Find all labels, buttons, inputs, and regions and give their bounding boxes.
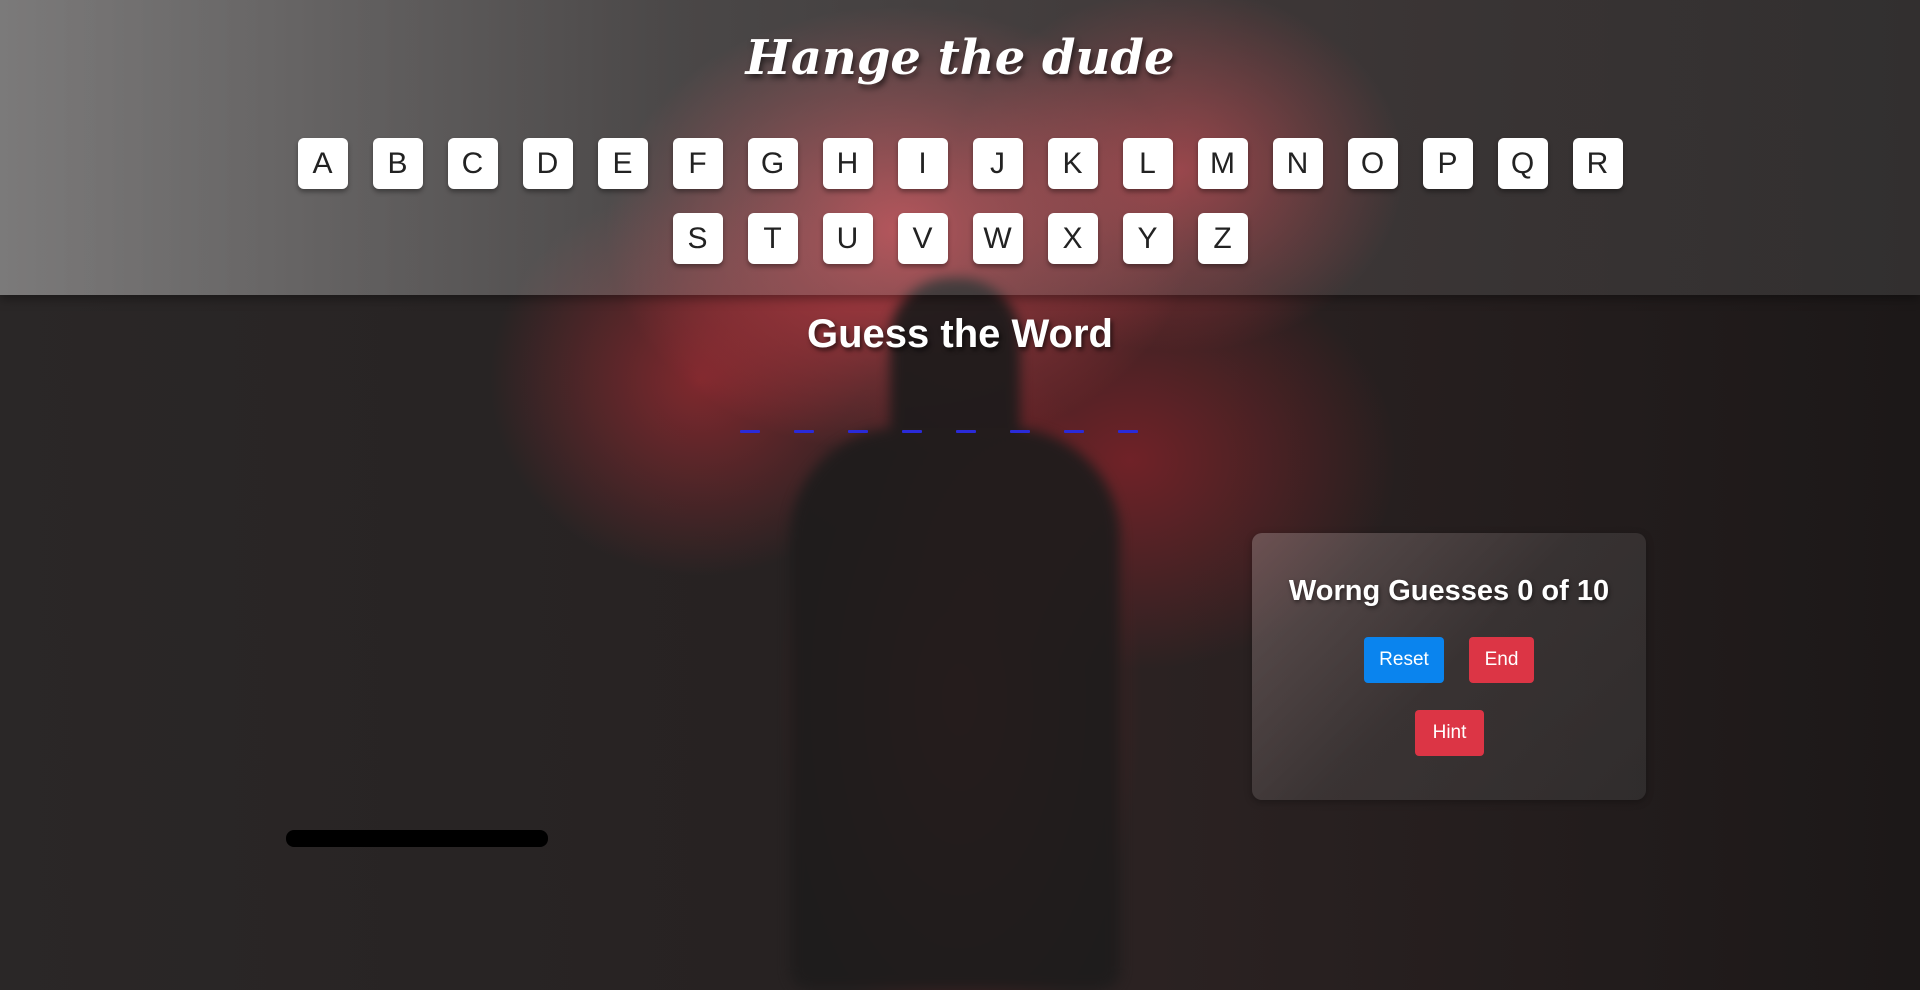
end-button[interactable]: End <box>1469 637 1534 683</box>
hooded-figure-image <box>780 278 1130 990</box>
game-title: Hange the dude <box>745 30 1175 86</box>
letter-key-a[interactable]: A <box>297 138 348 189</box>
letter-blank <box>1064 430 1084 433</box>
letter-key-l[interactable]: L <box>1122 138 1173 189</box>
keyboard-row-1: ABCDEFGHIJKLMNOPQR <box>297 138 1623 189</box>
letter-blank <box>740 430 760 433</box>
letter-key-s[interactable]: S <box>672 213 723 264</box>
letter-key-x[interactable]: X <box>1047 213 1098 264</box>
status-panel: Worng Guesses 0 of 10 Reset End Hint <box>1252 533 1646 800</box>
hint-button[interactable]: Hint <box>1415 710 1484 756</box>
letter-key-e[interactable]: E <box>597 138 648 189</box>
letter-key-b[interactable]: B <box>372 138 423 189</box>
letter-key-w[interactable]: W <box>972 213 1023 264</box>
letter-key-t[interactable]: T <box>747 213 798 264</box>
letter-key-p[interactable]: P <box>1422 138 1473 189</box>
letter-key-v[interactable]: V <box>897 213 948 264</box>
guess-word-heading: Guess the Word <box>807 312 1113 356</box>
keyboard-row-2: STUVWXYZ <box>672 213 1248 264</box>
letter-blank <box>848 430 868 433</box>
letter-blank <box>794 430 814 433</box>
letter-key-z[interactable]: Z <box>1197 213 1248 264</box>
letter-key-n[interactable]: N <box>1272 138 1323 189</box>
letter-blank <box>1118 430 1138 433</box>
letter-key-c[interactable]: C <box>447 138 498 189</box>
letter-key-f[interactable]: F <box>672 138 723 189</box>
letter-key-k[interactable]: K <box>1047 138 1098 189</box>
letter-key-j[interactable]: J <box>972 138 1023 189</box>
letter-blank <box>1010 430 1030 433</box>
letter-key-q[interactable]: Q <box>1497 138 1548 189</box>
letter-key-r[interactable]: R <box>1572 138 1623 189</box>
letter-key-m[interactable]: M <box>1197 138 1248 189</box>
letter-blank <box>956 430 976 433</box>
wrong-guesses-counter: Worng Guesses 0 of 10 <box>1288 575 1610 607</box>
gallows-base <box>286 830 548 847</box>
letter-key-o[interactable]: O <box>1347 138 1398 189</box>
word-blanks <box>740 430 1138 433</box>
reset-button[interactable]: Reset <box>1364 637 1444 683</box>
letter-key-g[interactable]: G <box>747 138 798 189</box>
letter-key-i[interactable]: I <box>897 138 948 189</box>
letter-key-h[interactable]: H <box>822 138 873 189</box>
letter-key-u[interactable]: U <box>822 213 873 264</box>
letter-blank <box>902 430 922 433</box>
figure-body <box>790 428 1120 990</box>
letter-key-d[interactable]: D <box>522 138 573 189</box>
letter-key-y[interactable]: Y <box>1122 213 1173 264</box>
letter-keyboard: ABCDEFGHIJKLMNOPQR STUVWXYZ <box>0 138 1920 264</box>
